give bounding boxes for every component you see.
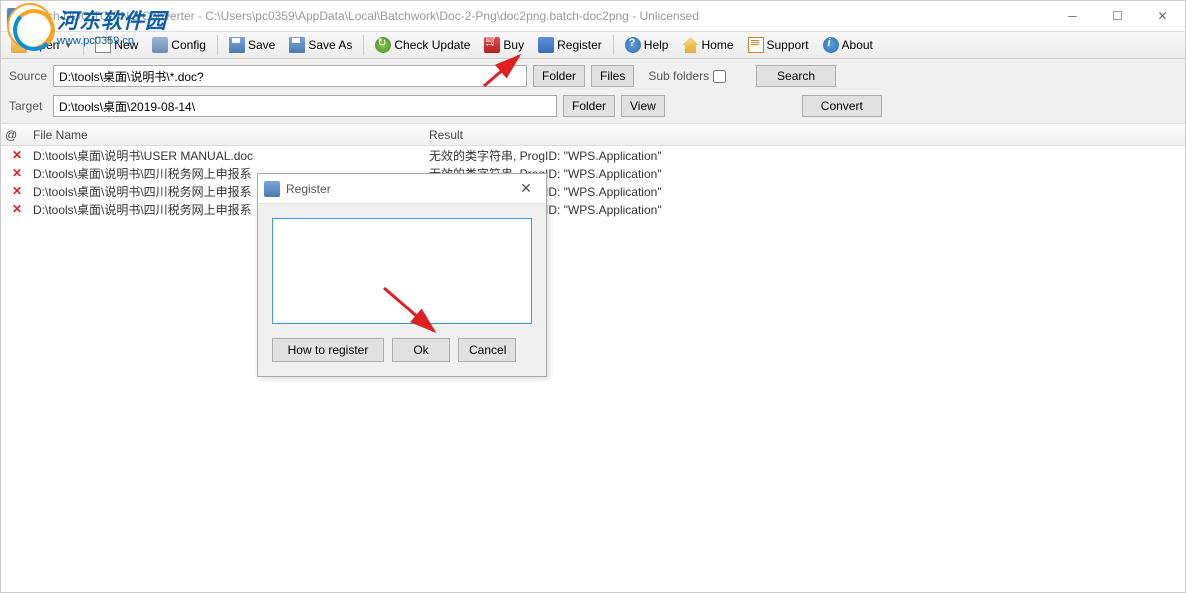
grid-body: ✕D:\tools\桌面\说明书\USER MANUAL.doc无效的类字符串,… — [1, 146, 1185, 566]
register-key-input[interactable] — [272, 218, 532, 324]
close-button[interactable]: ✕ — [1140, 1, 1185, 31]
chevron-down-icon: ▼ — [64, 41, 72, 50]
table-row[interactable]: ✕D:\tools\桌面\说明书\四川税务网上申报系无效的类字符串, ProgI… — [1, 200, 1185, 218]
row-result: 无效的类字符串, ProgID: "WPS.Application" — [425, 147, 1181, 164]
col-status[interactable]: @ — [5, 124, 29, 145]
source-label: Source — [9, 69, 47, 83]
row-status-icon: ✕ — [5, 202, 29, 216]
saveas-button[interactable]: Save As — [283, 34, 358, 56]
dialog-body: How to register Ok Cancel — [258, 204, 546, 376]
source-row: Source Folder Files Sub folders Search — [9, 65, 1177, 87]
support-button[interactable]: Support — [742, 34, 815, 56]
target-view-button[interactable]: View — [621, 95, 665, 117]
grid-header: @ File Name Result — [1, 124, 1185, 146]
new-button[interactable]: New — [89, 34, 144, 56]
target-label: Target — [9, 99, 47, 113]
table-row[interactable]: ✕D:\tools\桌面\说明书\四川税务网上申报系无效的类字符串, ProgI… — [1, 164, 1185, 182]
titlebar: Batch DOC TO PNG Converter - C:\Users\pc… — [1, 1, 1185, 31]
cancel-button[interactable]: Cancel — [458, 338, 516, 362]
home-icon — [682, 37, 698, 53]
saveas-icon — [289, 37, 305, 53]
open-button[interactable]: Open▼ — [5, 34, 78, 56]
help-button[interactable]: Help — [619, 34, 675, 56]
config-icon — [152, 37, 168, 53]
dialog-close-button[interactable]: ✕ — [506, 174, 546, 204]
col-result[interactable]: Result — [425, 124, 1181, 145]
source-folder-button[interactable]: Folder — [533, 65, 585, 87]
row-status-icon: ✕ — [5, 148, 29, 162]
folder-open-icon — [11, 37, 27, 53]
separator — [83, 35, 84, 55]
minimize-button[interactable]: ─ — [1050, 1, 1095, 31]
register-icon — [538, 37, 554, 53]
save-icon — [229, 37, 245, 53]
source-input[interactable] — [53, 65, 527, 87]
subfolders-checkbox[interactable] — [713, 70, 726, 83]
support-icon — [748, 37, 764, 53]
row-status-icon: ✕ — [5, 184, 29, 198]
buy-button[interactable]: Buy — [478, 34, 530, 56]
target-input[interactable] — [53, 95, 557, 117]
target-row: Target Folder View Convert — [9, 95, 1177, 117]
dialog-title: Register — [286, 182, 506, 196]
new-file-icon — [95, 37, 111, 53]
ok-button[interactable]: Ok — [392, 338, 450, 362]
toolbar: Open▼ New Config Save Save As Check Upda… — [1, 31, 1185, 59]
home-button[interactable]: Home — [676, 34, 739, 56]
table-row[interactable]: ✕D:\tools\桌面\说明书\USER MANUAL.doc无效的类字符串,… — [1, 146, 1185, 164]
save-button[interactable]: Save — [223, 34, 281, 56]
dialog-titlebar: Register ✕ — [258, 174, 546, 204]
dialog-buttons: How to register Ok Cancel — [272, 338, 532, 362]
config-button[interactable]: Config — [146, 34, 212, 56]
check-update-button[interactable]: Check Update — [369, 34, 476, 56]
path-panel: Source Folder Files Sub folders Search T… — [1, 59, 1185, 124]
row-filename: D:\tools\桌面\说明书\USER MANUAL.doc — [29, 147, 425, 164]
info-icon — [823, 37, 839, 53]
cart-icon — [484, 37, 500, 53]
app-icon — [7, 8, 23, 24]
separator — [613, 35, 614, 55]
maximize-button[interactable]: ☐ — [1095, 1, 1140, 31]
window-controls: ─ ☐ ✕ — [1050, 1, 1185, 31]
dialog-app-icon — [264, 181, 280, 197]
register-button[interactable]: Register — [532, 34, 608, 56]
help-icon — [625, 37, 641, 53]
row-status-icon: ✕ — [5, 166, 29, 180]
col-filename[interactable]: File Name — [29, 124, 425, 145]
window-title: Batch DOC TO PNG Converter - C:\Users\pc… — [29, 9, 1050, 23]
separator — [363, 35, 364, 55]
register-dialog: Register ✕ How to register Ok Cancel — [257, 173, 547, 377]
about-button[interactable]: About — [817, 34, 879, 56]
convert-button[interactable]: Convert — [802, 95, 882, 117]
table-row[interactable]: ✕D:\tools\桌面\说明书\四川税务网上申报系无效的类字符串, ProgI… — [1, 182, 1185, 200]
refresh-icon — [375, 37, 391, 53]
search-button[interactable]: Search — [756, 65, 836, 87]
source-files-button[interactable]: Files — [591, 65, 634, 87]
how-to-register-button[interactable]: How to register — [272, 338, 384, 362]
separator — [217, 35, 218, 55]
subfolders-label[interactable]: Sub folders — [648, 69, 726, 83]
target-folder-button[interactable]: Folder — [563, 95, 615, 117]
